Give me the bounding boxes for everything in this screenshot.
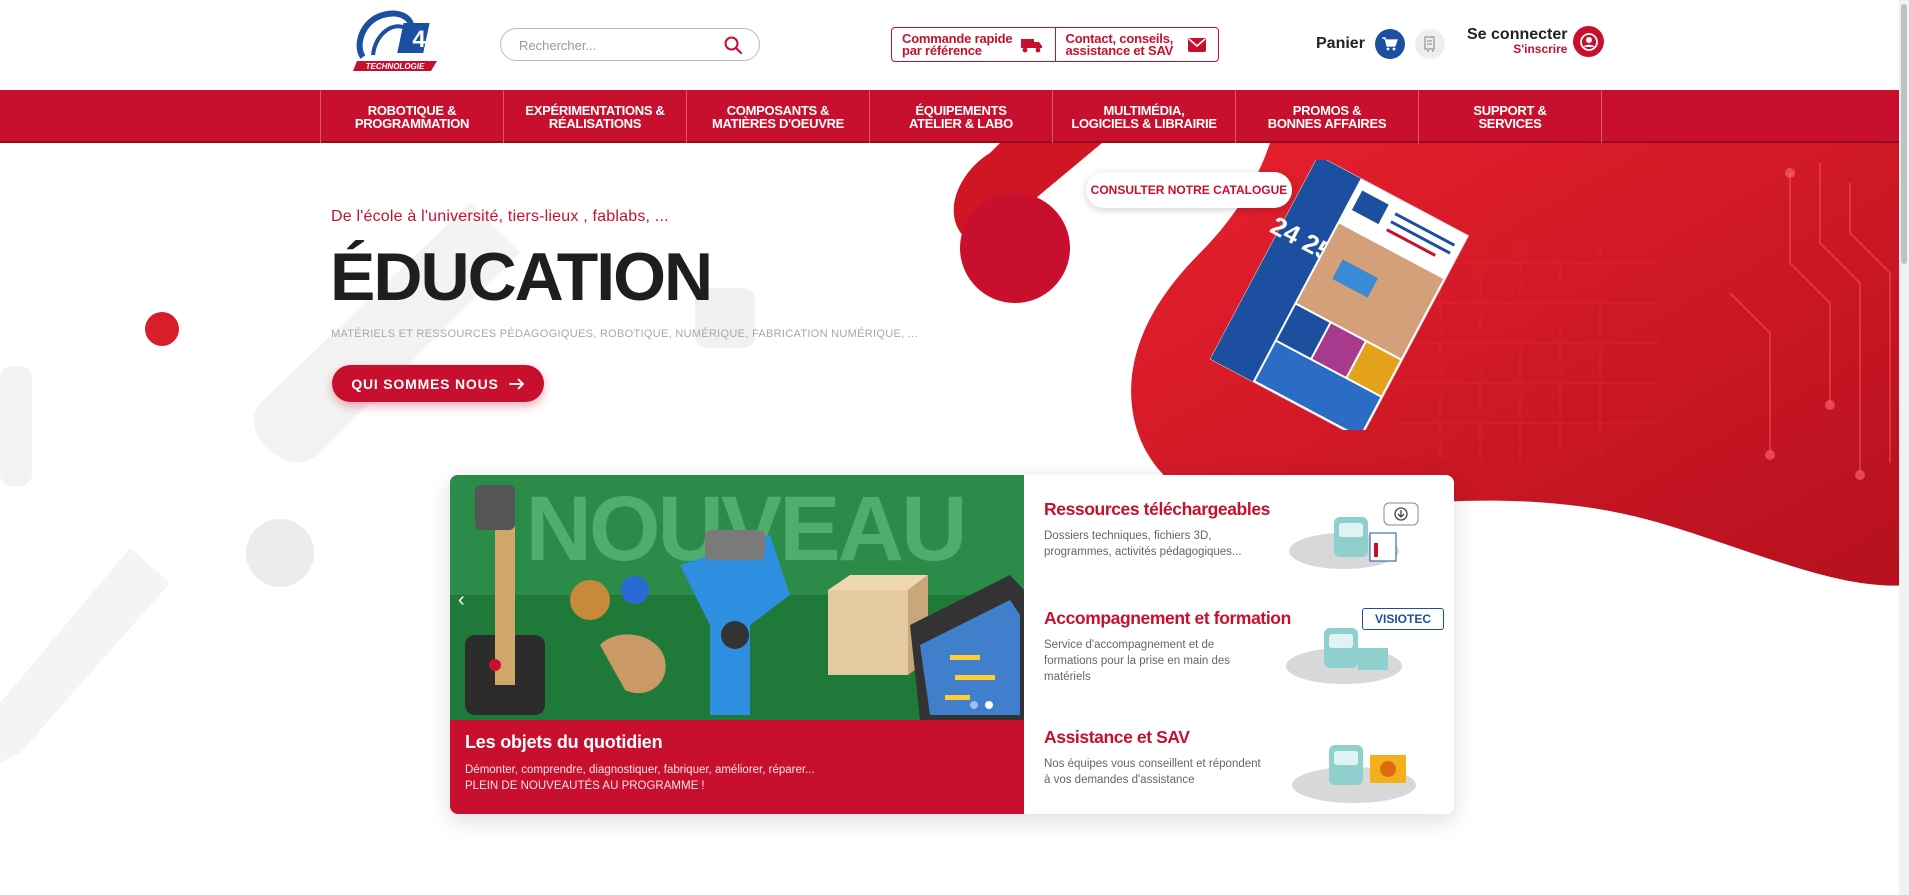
service-assistance[interactable]: Assistance et SAV Nos équipes vous conse… xyxy=(1044,727,1434,803)
hero-tagline: MATÉRIELS ET RESSOURCES PÉDAGOGIQUES, RO… xyxy=(331,328,918,340)
slide-title[interactable]: Les objets du quotidien xyxy=(465,732,663,753)
nav-item-support[interactable]: SUPPORT & SERVICES xyxy=(1419,90,1602,143)
hero-subtitle: De l'école à l'université, tiers-lieux ,… xyxy=(331,208,669,225)
page-scrollbar[interactable] xyxy=(1899,0,1909,895)
download-robot-illustration xyxy=(1289,502,1419,569)
slide-description: Démonter, comprendre, diagnostiquer, fab… xyxy=(465,762,815,794)
service-resources[interactable]: Ressources téléchargeables Dossiers tech… xyxy=(1044,499,1434,569)
nav-item-robotique[interactable]: ROBOTIQUE & PROGRAMMATION xyxy=(321,90,504,143)
user-icon[interactable] xyxy=(1573,26,1605,57)
search-input[interactable] xyxy=(519,36,709,54)
service-description: Dossiers techniques, fichiers 3D, progra… xyxy=(1044,530,1242,558)
cart-icon[interactable] xyxy=(1374,29,1405,59)
nav-item-multimedia[interactable]: MULTIMÉDIA, LOGICIELS & LIBRAIRIE xyxy=(1053,90,1236,143)
feature-panel: NOUVEAU ‹ Les objets du quotidien Démont… xyxy=(450,475,1454,814)
contact-button[interactable]: Contact, conseils, assistance et SAV xyxy=(1054,28,1219,61)
quick-order-label: Commande rapide par référence xyxy=(902,30,1013,58)
register-link[interactable]: S'inscrire xyxy=(1467,42,1567,56)
arrow-right-icon xyxy=(508,377,524,390)
nav-item-experimentations[interactable]: EXPÉRIMENTATIONS & RÉALISATIONS xyxy=(504,90,687,143)
slider-prev-icon[interactable]: ‹ xyxy=(458,588,474,612)
visiotec-badge[interactable]: VISIOTEC xyxy=(1362,608,1444,630)
main-nav: ROBOTIQUE & PROGRAMMATION EXPÉRIMENTATIO… xyxy=(0,90,1909,143)
nav-item-promos[interactable]: PROMOS & BONNES AFFAIRES xyxy=(1236,90,1419,143)
login-label[interactable]: Se connecter xyxy=(1467,26,1567,42)
scrollbar-thumb[interactable] xyxy=(1901,4,1907,264)
slide-desc-line2: PLEIN DE NOUVEAUTÉS AU PROGRAMME ! xyxy=(465,780,705,792)
slide-image: NOUVEAU xyxy=(450,475,1024,720)
page: 4 TECHNOLOGIE Commande rapide par référe… xyxy=(0,0,1909,895)
login[interactable]: Se connecter S'inscrire xyxy=(1467,26,1605,57)
header: 4 TECHNOLOGIE Commande rapide par référe… xyxy=(0,0,1909,90)
nav-item-composants[interactable]: COMPOSANTS & MATIÈRES D'OEUVRE xyxy=(687,90,870,143)
a4-technologie-logo[interactable]: 4 TECHNOLOGIE xyxy=(353,7,443,79)
slider-dot-2[interactable] xyxy=(985,701,993,709)
news-slider[interactable]: NOUVEAU ‹ Les objets du quotidien Démont… xyxy=(450,475,1024,814)
quote-cart-icon[interactable] xyxy=(1414,29,1445,59)
assistance-robot-illustration xyxy=(1292,745,1416,803)
slider-dot-1[interactable] xyxy=(970,701,978,709)
about-us-label: QUI SOMMES NOUS xyxy=(351,375,499,392)
cart[interactable]: Panier xyxy=(1316,28,1445,60)
quick-links: Commande rapide par référence Contact, c… xyxy=(891,27,1219,62)
slide-desc-line1: Démonter, comprendre, diagnostiquer, fab… xyxy=(465,764,815,776)
contact-label: Contact, conseils, assistance et SAV xyxy=(1065,30,1174,58)
slider-dots xyxy=(970,701,993,709)
search-box xyxy=(500,28,760,61)
svg-text:4: 4 xyxy=(412,26,426,53)
catalog-button[interactable]: CONSULTER NOTRE CATALOGUE xyxy=(1086,172,1292,208)
quick-order-button[interactable]: Commande rapide par référence xyxy=(892,28,1055,61)
hero-title: ÉDUCATION xyxy=(330,239,713,315)
service-description: Service d'accompagnement et de formation… xyxy=(1044,639,1231,683)
mail-icon xyxy=(1188,37,1206,52)
about-us-button[interactable]: QUI SOMMES NOUS xyxy=(332,365,544,402)
nav-item-equipements[interactable]: ÉQUIPEMENTS ATELIER & LABO xyxy=(870,90,1053,143)
service-description: Nos équipes vous conseillent et réponden… xyxy=(1044,758,1261,786)
search-icon[interactable] xyxy=(723,35,743,55)
svg-text:TECHNOLOGIE: TECHNOLOGIE xyxy=(366,62,425,71)
truck-icon xyxy=(1020,38,1042,52)
cart-label: Panier xyxy=(1316,35,1365,52)
